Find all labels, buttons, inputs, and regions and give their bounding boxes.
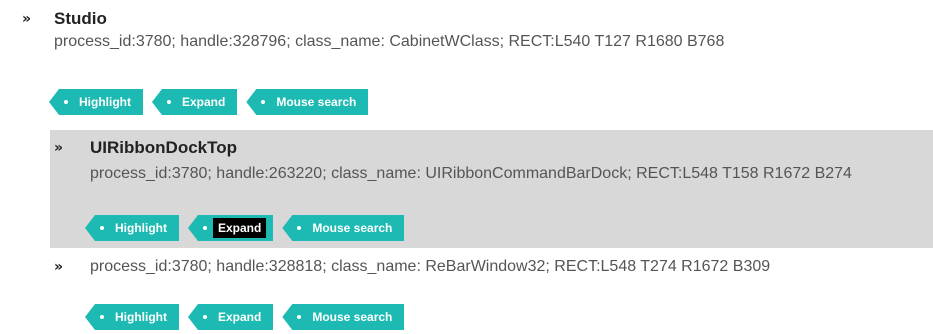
double-chevron-right-icon[interactable]: » [54, 139, 63, 157]
mouse-search-button[interactable]: Mouse search [282, 304, 405, 330]
dot-icon [202, 315, 207, 319]
highlight-button[interactable]: Highlight [85, 215, 179, 241]
node-info[interactable]: process_id:3780; handle:328818; class_na… [90, 257, 880, 277]
expand-button[interactable]: Expand [187, 304, 274, 330]
mouse-search-button[interactable]: Mouse search [282, 215, 405, 241]
double-chevron-right-icon[interactable]: » [22, 10, 31, 28]
dot-icon [100, 315, 104, 319]
expand-button[interactable]: Expand [187, 215, 274, 241]
double-chevron-right-icon[interactable]: » [54, 258, 63, 276]
mouse-search-button[interactable]: Mouse search [246, 89, 369, 115]
node-button-row: Highlight Expand Mouse search [85, 215, 405, 241]
node-button-row: Highlight Expand Mouse search [49, 89, 369, 115]
highlight-button[interactable]: Highlight [85, 304, 179, 330]
node-info: process_id:3780; handle:263220; class_na… [90, 165, 852, 182]
focused-button-label: Expand [212, 218, 267, 238]
dot-icon [261, 100, 266, 104]
dot-icon [64, 100, 68, 104]
node-info: process_id:3780; handle:328796; class_na… [54, 33, 725, 50]
dot-icon [100, 226, 104, 230]
node-title[interactable]: UIRibbonDockTop [90, 138, 237, 158]
dot-icon [202, 226, 207, 230]
node-button-row: Highlight Expand Mouse search [85, 304, 405, 330]
highlight-button[interactable]: Highlight [49, 89, 143, 115]
expand-button[interactable]: Expand [151, 89, 238, 115]
node-title[interactable]: Studio [54, 9, 107, 29]
dot-icon [166, 100, 171, 104]
dot-icon [297, 315, 302, 319]
dot-icon [297, 226, 302, 230]
